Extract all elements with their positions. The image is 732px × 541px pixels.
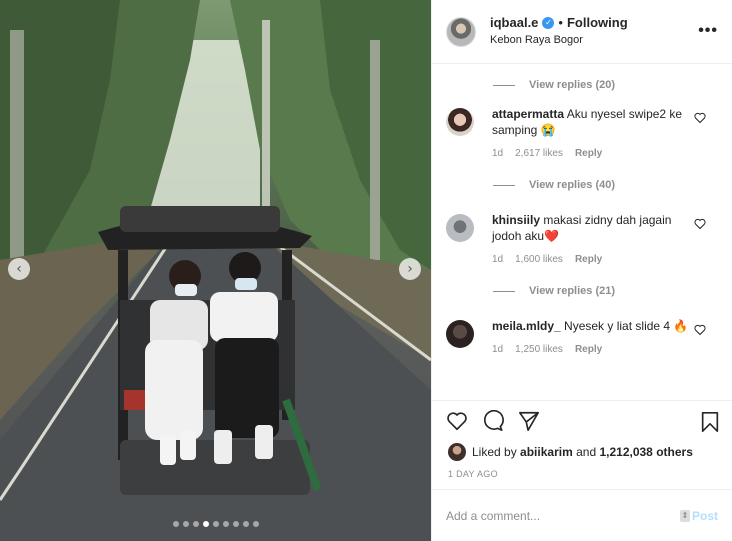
send-icon: [519, 411, 539, 431]
reply-button[interactable]: Reply: [575, 252, 602, 268]
likes-prefix: Liked by: [472, 445, 517, 459]
post-comment-button[interactable]: ⇕ Post: [679, 508, 718, 523]
heart-icon[interactable]: [694, 218, 706, 230]
reply-button[interactable]: Reply: [575, 342, 602, 358]
comment-text: Nyesek y liat slide 4 🔥: [564, 319, 689, 333]
header-text: iqbaal.e ✓ • Following Kebon Raya Bogor: [490, 15, 628, 46]
author-username[interactable]: iqbaal.e: [490, 15, 538, 30]
reply-line: [493, 184, 515, 186]
scroll-arrows-icon: ⇕: [679, 509, 690, 522]
carousel-dot: [232, 521, 239, 527]
view-replies-button[interactable]: View replies (20): [493, 76, 732, 94]
comment-icon: [484, 409, 504, 431]
carousel-dot: [212, 521, 219, 527]
comment-likes[interactable]: 1,600 likes: [515, 252, 563, 268]
chevron-left-icon: ‹: [16, 261, 22, 277]
chevron-right-icon: ›: [407, 261, 413, 277]
likes-summary: Liked by abiikarim and 1,212,038 others: [432, 440, 732, 464]
verified-badge-icon: ✓: [542, 16, 555, 29]
commenter-avatar[interactable]: [446, 320, 474, 348]
likes-joiner: and: [576, 445, 597, 459]
action-bar: [432, 400, 732, 440]
comment-input[interactable]: [446, 508, 666, 523]
author-avatar[interactable]: [446, 16, 476, 47]
save-button[interactable]: [700, 411, 720, 438]
bookmark-icon: [701, 412, 719, 432]
comment-item: attapermatta Aku nyesel swipe2 ke sampin…: [446, 106, 732, 162]
following-button[interactable]: Following: [567, 15, 628, 30]
likes-others-count[interactable]: 1,212,038 others: [599, 445, 692, 459]
commenter-avatar[interactable]: [446, 214, 474, 242]
post-timestamp[interactable]: 1 DAY AGO: [432, 469, 732, 485]
share-button[interactable]: [518, 410, 540, 432]
comment-item: khinsiily makasi zidny dah jagain jodoh …: [446, 212, 732, 268]
like-button[interactable]: [446, 410, 468, 432]
view-replies-label: View replies (40): [529, 179, 616, 191]
carousel-dot: [252, 521, 259, 527]
more-options-icon[interactable]: •••: [698, 22, 718, 40]
carousel-next-button[interactable]: ›: [399, 258, 421, 280]
photo-scene: [0, 0, 431, 541]
comment-likes[interactable]: 1,250 likes: [515, 342, 563, 358]
separator-dot: •: [558, 15, 563, 30]
view-replies-label: View replies (20): [529, 79, 616, 91]
view-replies-label: View replies (21): [529, 285, 616, 297]
reply-line: [493, 290, 515, 292]
comment-likes[interactable]: 2,617 likes: [515, 146, 563, 162]
reply-line: [493, 84, 515, 86]
carousel-dot: [192, 521, 199, 527]
carousel-dot: [172, 521, 179, 527]
post-detail-panel: iqbaal.e ✓ • Following Kebon Raya Bogor …: [431, 0, 732, 541]
carousel-dot: [182, 521, 189, 527]
view-replies-button[interactable]: View replies (40): [493, 176, 732, 194]
comment-username[interactable]: attapermatta: [492, 107, 564, 121]
comment-button[interactable]: [482, 409, 504, 432]
reply-button[interactable]: Reply: [575, 146, 602, 162]
commenter-avatar[interactable]: [446, 108, 474, 136]
view-replies-button[interactable]: View replies (21): [493, 282, 732, 300]
comment-time[interactable]: 1d: [492, 146, 503, 162]
heart-icon[interactable]: [694, 324, 706, 336]
comment-username[interactable]: meila.mldy_: [492, 319, 561, 333]
comment-item: meila.mldy_ Nyesek y liat slide 4 🔥 1d 1…: [446, 318, 732, 358]
post-location[interactable]: Kebon Raya Bogor: [490, 34, 628, 46]
add-comment-bar: ⇕ Post: [432, 489, 732, 541]
post-button-label: Post: [691, 508, 718, 523]
comment-time[interactable]: 1d: [492, 342, 503, 358]
comment-username[interactable]: khinsiily: [492, 213, 540, 227]
carousel-prev-button[interactable]: ‹: [8, 258, 30, 280]
comments-list[interactable]: View replies (20) attapermatta Aku nyese…: [432, 64, 732, 400]
heart-icon: [447, 411, 467, 430]
liker-username[interactable]: abiikarim: [520, 445, 573, 459]
post-photo[interactable]: ‹ ›: [0, 0, 431, 541]
liker-avatar[interactable]: [448, 443, 466, 461]
comment-time[interactable]: 1d: [492, 252, 503, 268]
carousel-indicator: [0, 521, 431, 527]
post-header: iqbaal.e ✓ • Following Kebon Raya Bogor …: [432, 0, 732, 64]
heart-icon[interactable]: [694, 112, 706, 124]
carousel-dot: [242, 521, 249, 527]
carousel-dot: [222, 521, 229, 527]
carousel-dot: [202, 521, 209, 527]
